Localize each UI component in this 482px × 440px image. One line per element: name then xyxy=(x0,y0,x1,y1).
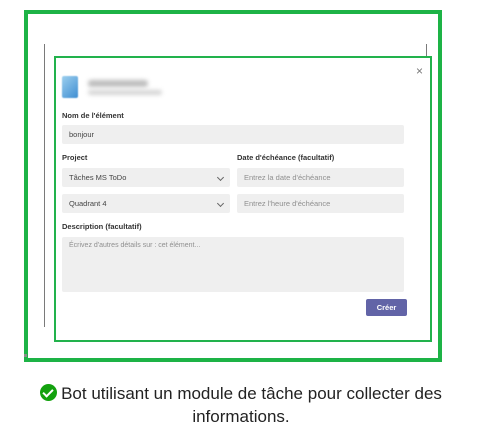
corner-mark xyxy=(24,354,27,357)
shadow-divider-left xyxy=(44,44,45,327)
page: × Nom de l'élément bonjour Project Date … xyxy=(0,0,482,440)
due-time-placeholder: Entrez l'heure d'échéance xyxy=(244,199,331,208)
caption: Bot utilisant un module de tâche pour co… xyxy=(24,382,458,428)
check-circle-icon xyxy=(40,384,58,401)
bot-subtitle-blurred xyxy=(88,90,162,95)
project-select-value: Tâches MS ToDo xyxy=(69,173,127,182)
bot-avatar xyxy=(62,76,78,98)
close-icon[interactable]: × xyxy=(416,65,423,77)
chevron-down-icon xyxy=(216,199,225,208)
quadrant-select-value: Quadrant 4 xyxy=(69,199,107,208)
project-select[interactable]: Tâches MS ToDo xyxy=(62,168,230,187)
caption-line-2: informations. xyxy=(192,407,290,426)
item-name-value: bonjour xyxy=(69,130,95,139)
caption-line-1: Bot utilisant un module de tâche pour co… xyxy=(61,384,442,403)
due-date-label: Date d'échéance (facultatif) xyxy=(237,153,335,162)
description-label: Description (facultatif) xyxy=(62,222,142,231)
item-name-input[interactable]: bonjour xyxy=(62,125,404,144)
highlight-frame: × Nom de l'élément bonjour Project Date … xyxy=(24,10,442,362)
chevron-down-icon xyxy=(216,173,225,182)
quadrant-select[interactable]: Quadrant 4 xyxy=(62,194,230,213)
create-button[interactable]: Créer xyxy=(366,299,407,316)
description-placeholder: Écrivez d'autres détails sur : cet éléme… xyxy=(69,242,201,249)
project-label: Project xyxy=(62,153,88,162)
due-date-placeholder: Entrez la date d'échéance xyxy=(244,173,331,182)
item-name-label: Nom de l'élément xyxy=(62,111,124,120)
task-module-dialog: × Nom de l'élément bonjour Project Date … xyxy=(54,56,432,342)
description-textarea[interactable]: Écrivez d'autres détails sur : cet éléme… xyxy=(62,237,404,292)
due-time-input[interactable]: Entrez l'heure d'échéance xyxy=(237,194,404,213)
due-date-input[interactable]: Entrez la date d'échéance xyxy=(237,168,404,187)
bot-name-blurred xyxy=(88,80,148,87)
